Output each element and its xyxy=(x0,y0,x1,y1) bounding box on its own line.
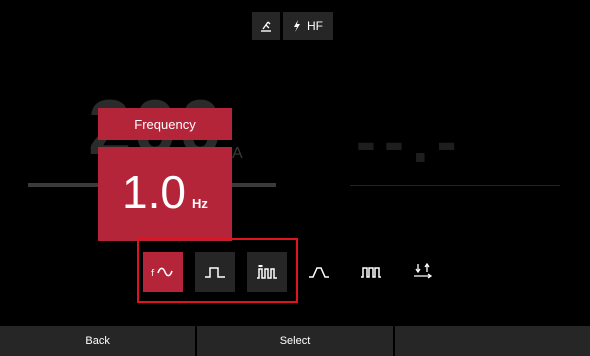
frequency-title: Frequency xyxy=(98,108,232,140)
ramp-pulse-button[interactable] xyxy=(299,252,339,292)
two-four-stroke-button[interactable] xyxy=(403,252,443,292)
back-button[interactable]: Back xyxy=(0,326,196,356)
select-button-label: Select xyxy=(279,335,311,347)
multi-pulse-icon xyxy=(361,267,381,278)
lightning-icon xyxy=(294,20,300,32)
softkey-3[interactable] xyxy=(394,326,590,356)
top-status-bar: HF xyxy=(252,12,333,40)
secondary-underline xyxy=(350,185,560,186)
select-button[interactable]: Select xyxy=(197,326,393,356)
secondary-value: --.- xyxy=(356,108,465,175)
hf-label: HF xyxy=(307,19,323,33)
softkey-bar: Back Select xyxy=(0,326,590,356)
multi-pulse-button[interactable] xyxy=(351,252,391,292)
frequency-title-label: Frequency xyxy=(134,116,196,132)
ramp-pulse-icon xyxy=(309,267,329,278)
frequency-value-box[interactable]: 1.0 Hz xyxy=(98,147,232,241)
back-button-label: Back xyxy=(85,335,110,347)
torch-indicator xyxy=(252,12,280,40)
selection-highlight-box xyxy=(137,238,298,303)
two-four-stroke-icon xyxy=(414,263,433,279)
hf-indicator: HF xyxy=(283,12,333,40)
amperage-unit: A xyxy=(232,145,243,162)
frequency-value: 1.0 xyxy=(122,166,186,218)
torch-icon xyxy=(261,21,271,32)
frequency-unit: Hz xyxy=(192,196,208,211)
